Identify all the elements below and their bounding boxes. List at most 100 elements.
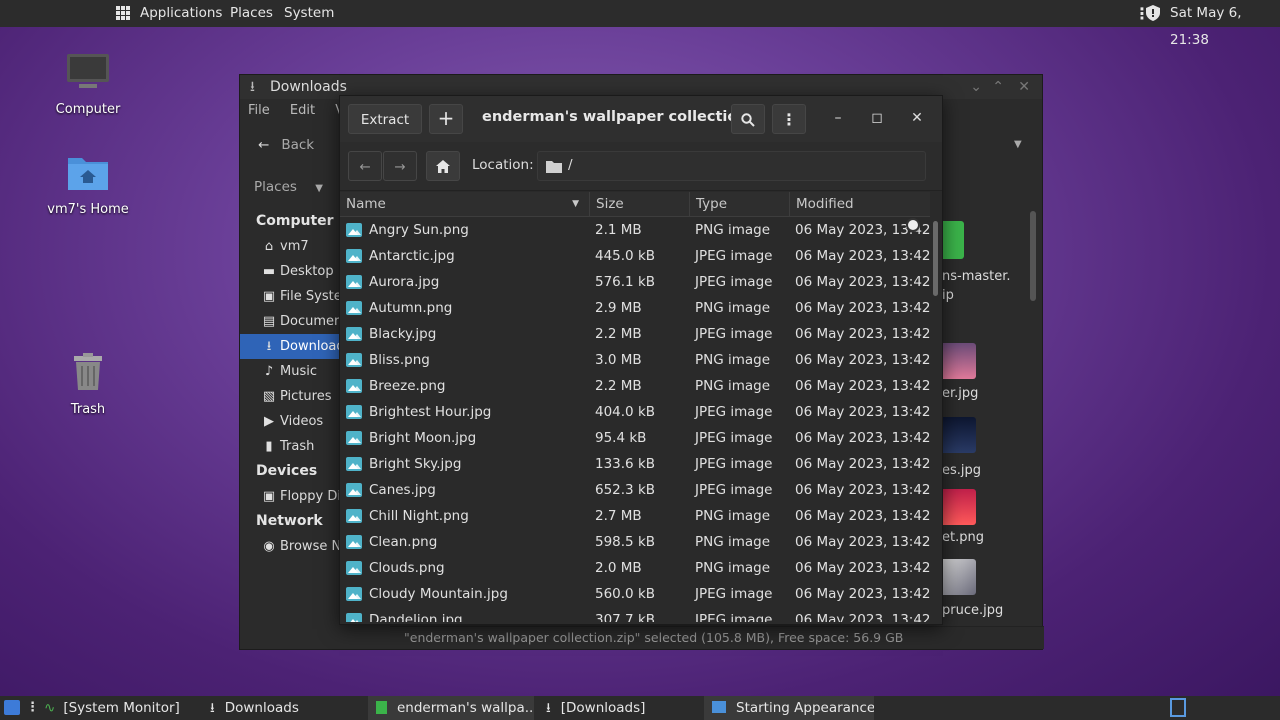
file-label[interactable]: ip [942,288,954,303]
file-row[interactable]: Autumn.png 2.9 MB PNG image 06 May 2023, 13… [340,295,930,321]
home-icon: ⌂ [264,239,274,254]
home-button[interactable] [426,151,460,181]
add-button[interactable]: + [429,104,463,134]
sidebar-item-downloads[interactable]: ⭳ Downloads [240,334,340,359]
file-label[interactable]: er.jpg [942,386,978,401]
file-modified: 06 May 2023, 13:42 [795,534,930,550]
image-thumbnail[interactable] [940,417,976,453]
file-name: Canes.jpg [369,482,436,498]
file-label[interactable]: ns-master. [942,269,1011,284]
sidebar-item-pictures[interactable]: ▧ Pictures [240,384,340,409]
column-type[interactable]: Type [690,192,790,216]
floppy-icon: ▣ [262,489,276,504]
file-label[interactable]: es.jpg [942,463,981,478]
file-row[interactable]: Antarctic.jpg 445.0 kB JPEG image 06 May 20… [340,243,930,269]
file-row[interactable]: Dandelion.jpg 307.7 kB JPEG image 06 May 20… [340,607,930,622]
sidebar-item-trash[interactable]: ▮ Trash [240,434,340,459]
location-field[interactable]: / [537,151,926,181]
applications-grid-icon[interactable] [116,6,130,20]
image-file-icon [346,561,362,575]
file-row[interactable]: Canes.jpg 652.3 kB JPEG image 06 May 2023, … [340,477,930,503]
file-row[interactable]: Angry Sun.png 2.1 MB PNG image 06 May 2023,… [340,217,930,243]
menu-edit[interactable]: Edit [290,103,315,118]
file-modified: 06 May 2023, 13:42 [795,586,930,602]
file-row[interactable]: Aurora.jpg 576.1 kB JPEG image 06 May 2023,… [340,269,930,295]
desktop-trash[interactable]: Trash [33,352,143,417]
shield-icon[interactable] [1146,0,1160,27]
file-row[interactable]: Brightest Hour.jpg 404.0 kB JPEG image 06 M… [340,399,930,425]
task-downloads-2[interactable]: ⭳ [Downloads] [538,696,704,720]
kebab-menu-icon: ⋮ [781,110,797,129]
minimize-icon[interactable]: ⌄ [970,75,982,99]
task-system-monitor[interactable]: ∿ [System Monitor] [36,696,206,720]
applications-menu[interactable]: Applications [140,0,222,27]
sidebar-item-music[interactable]: ♪ Music [240,359,340,384]
maximize-icon[interactable]: ⌃ [992,75,1004,99]
file-row[interactable]: Clouds.png 2.0 MB PNG image 06 May 2023, 13… [340,555,930,581]
file-size: 95.4 kB [595,430,647,446]
file-row[interactable]: Blacky.jpg 2.2 MB JPEG image 06 May 2023, 1… [340,321,930,347]
menu-button[interactable]: ⋮ [772,104,806,134]
home-folder-icon [33,152,143,196]
search-button[interactable] [731,104,765,134]
file-name: Brightest Hour.jpg [369,404,492,420]
scrollbar[interactable] [1030,211,1036,301]
sidebar-item-videos[interactable]: ▶ Videos [240,409,340,434]
sidebar-item-documents[interactable]: ▤ Documents [240,309,340,334]
maximize-icon[interactable]: ◻ [868,110,886,126]
file-row[interactable]: Breeze.png 2.2 MB PNG image 06 May 2023, 13… [340,373,930,399]
close-icon[interactable]: ✕ [908,110,926,126]
sidebar-item-desktop[interactable]: ▬ Desktop [240,259,340,284]
chevron-down-icon[interactable]: ▼ [1014,139,1022,150]
close-icon[interactable]: ✕ [1018,75,1030,99]
desktop-home[interactable]: vm7's Home [33,152,143,217]
task-appearance[interactable]: Starting Appearance [704,696,874,720]
workspace-switcher-icon[interactable] [1170,698,1186,717]
file-size: 404.0 kB [595,404,656,420]
clock[interactable]: Sat May 6, 21:38 [1170,0,1280,48]
file-row[interactable]: Bright Sky.jpg 133.6 kB JPEG image 06 May 2… [340,451,930,477]
menu-file[interactable]: File [248,103,270,118]
column-size[interactable]: Size [590,192,690,216]
column-modified[interactable]: Modified [790,192,930,216]
places-dropdown[interactable]: Places ▼ [254,179,323,195]
image-file-icon [346,353,362,367]
image-thumbnail[interactable] [940,489,976,525]
extract-button[interactable]: Extract [348,104,422,134]
sidebar-item-floppy[interactable]: ▣ Floppy Disk [240,484,340,509]
file-modified: 06 May 2023, 13:42 [795,508,930,524]
show-desktop-icon[interactable] [4,700,20,715]
file-label[interactable]: pruce.jpg [942,603,1003,618]
sidebar-item-file-system[interactable]: ▣ File System [240,284,340,309]
desktop-computer[interactable]: Computer [33,52,143,117]
column-name[interactable]: Name ▼ [340,192,590,216]
file-name: Breeze.png [369,378,446,394]
back-button[interactable]: ← Back [258,137,314,153]
back-button[interactable]: ← [348,151,382,181]
scrollbar-thumb[interactable] [933,221,938,296]
file-row[interactable]: Bliss.png 3.0 MB PNG image 06 May 2023, 13:… [340,347,930,373]
file-type: PNG image [695,222,771,238]
places-menu[interactable]: Places [230,0,273,27]
sidebar-item-label: File System [280,289,340,304]
file-label[interactable]: et.png [942,530,984,545]
task-archive[interactable]: enderman's wallpa... [368,696,534,720]
image-thumbnail[interactable] [940,559,976,595]
file-row[interactable]: Cloudy Mountain.jpg 560.0 kB JPEG image 06 … [340,581,930,607]
sidebar-item-home[interactable]: ⌂ vm7 [240,234,340,259]
file-row[interactable]: Bright Moon.jpg 95.4 kB JPEG image 06 May 2… [340,425,930,451]
image-thumbnail[interactable] [940,343,976,379]
minimize-icon[interactable]: – [829,110,847,126]
sidebar-item-browse-network[interactable]: ◉ Browse Network [240,534,340,559]
forward-button[interactable]: → [383,151,417,181]
system-menu[interactable]: System [284,0,334,27]
sidebar-header-computer: Computer [256,213,334,229]
file-row[interactable]: Chill Night.png 2.7 MB PNG image 06 May 202… [340,503,930,529]
archive-headerbar[interactable]: Extract + enderman's wallpaper collectio… [340,96,942,142]
file-row[interactable]: Clean.png 598.5 kB PNG image 06 May 2023, 1… [340,529,930,555]
scrollbar[interactable] [930,217,942,622]
computer-icon [33,52,143,96]
file-size: 2.2 MB [595,378,642,394]
task-downloads[interactable]: ⭳ Downloads [202,696,368,720]
sidebar-item-label: Videos [280,414,324,429]
